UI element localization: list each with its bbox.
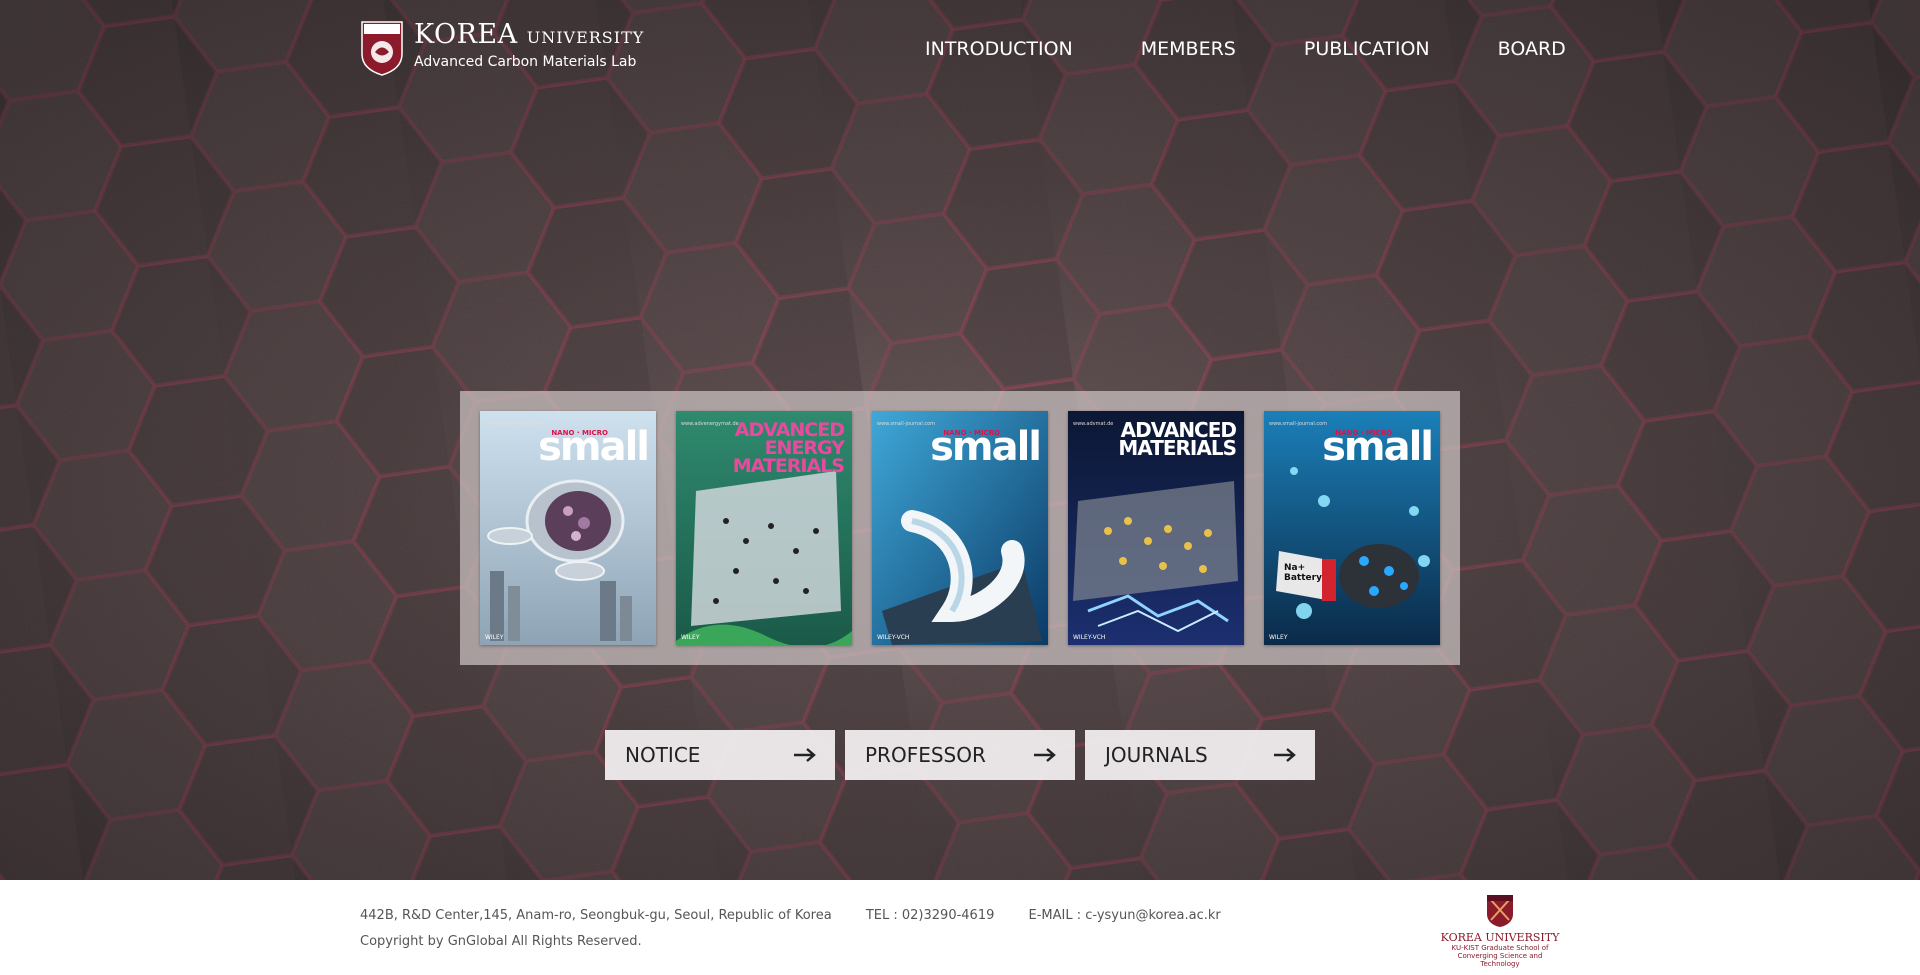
logo-university-main: KOREA	[414, 19, 518, 50]
professor-button[interactable]: PROFESSOR	[845, 730, 1075, 780]
cover-5-badge: Na+ Battery	[1284, 563, 1322, 583]
journals-label: JOURNALS	[1105, 743, 1208, 767]
logo-university-sub: UNIVERSITY	[526, 28, 645, 47]
journals-button[interactable]: JOURNALS	[1085, 730, 1315, 780]
journal-cover-3[interactable]: www.small-journal.com NANO · MICRO small…	[872, 411, 1048, 645]
journal-covers-panel: www.small-journal.com NANO · MICRO small…	[460, 391, 1460, 665]
nav-introduction[interactable]: INTRODUCTION	[925, 38, 1073, 60]
korea-university-shield-icon	[361, 21, 403, 76]
footer-partner-logo[interactable]: KOREA UNIVERSITY KU-KIST Graduate School…	[1440, 894, 1560, 968]
cover-3-url: www.small-journal.com	[877, 421, 935, 427]
nav-board[interactable]: BOARD	[1498, 38, 1566, 60]
nav-publication[interactable]: PUBLICATION	[1304, 38, 1430, 60]
site-footer: 442B, R&D Center,145, Anam-ro, Seongbuk-…	[0, 880, 1920, 975]
cover-1-title: small	[538, 424, 650, 470]
journal-cover-1[interactable]: www.small-journal.com NANO · MICRO small…	[480, 411, 656, 645]
main-nav: INTRODUCTION MEMBERS PUBLICATION BOARD	[925, 38, 1566, 60]
journal-cover-2[interactable]: www.advenergymat.de ADVANCED ENERGY MATE…	[676, 411, 852, 645]
journal-cover-5[interactable]: www.small-journal.com NANO · MICRO small…	[1264, 411, 1440, 645]
footer-logo-line3: Converging Science and Technology	[1457, 952, 1543, 968]
journal-cover-4[interactable]: www.advmat.de ADVANCED MATERIALS WILEY-V…	[1068, 411, 1244, 645]
cover-5-title: small	[1322, 424, 1434, 470]
cover-2-publisher: WILEY	[681, 634, 700, 641]
footer-contact: 442B, R&D Center,145, Anam-ro, Seongbuk-…	[360, 908, 1251, 923]
footer-logo-line1: KOREA UNIVERSITY	[1440, 931, 1560, 944]
ku-kist-shield-icon	[1487, 895, 1513, 927]
cover-3-publisher: WILEY-VCH	[877, 634, 910, 641]
logo-lab-name: Advanced Carbon Materials Lab	[414, 54, 637, 70]
footer-email: E-MAIL : c-ysyun@korea.ac.kr	[1028, 908, 1221, 923]
cover-1-url: www.small-journal.com	[485, 421, 543, 427]
professor-label: PROFESSOR	[865, 743, 986, 767]
arrow-right-icon	[1274, 748, 1296, 762]
site-logo[interactable]: KOREA UNIVERSITY Advanced Carbon Materia…	[360, 20, 644, 76]
cover-4-title: ADVANCED MATERIALS	[1118, 418, 1237, 460]
arrow-right-icon	[1034, 748, 1056, 762]
cover-1-publisher: WILEY	[485, 634, 504, 641]
site-header: KOREA UNIVERSITY Advanced Carbon Materia…	[0, 0, 1920, 100]
cover-5-url: www.small-journal.com	[1269, 421, 1327, 427]
footer-tel: TEL : 02)3290-4619	[865, 908, 995, 923]
cover-3-title: small	[930, 424, 1042, 470]
notice-label: NOTICE	[625, 743, 701, 767]
footer-copyright: Copyright by GnGlobal All Rights Reserve…	[360, 934, 642, 949]
cover-2-title: ADVANCED ENERGY MATERIALS	[732, 419, 845, 477]
cover-5-publisher: WILEY	[1269, 634, 1288, 641]
nav-members[interactable]: MEMBERS	[1141, 38, 1236, 60]
footer-address: 442B, R&D Center,145, Anam-ro, Seongbuk-…	[360, 908, 832, 923]
notice-button[interactable]: NOTICE	[605, 730, 835, 780]
cover-4-publisher: WILEY-VCH	[1073, 634, 1106, 641]
arrow-right-icon	[794, 748, 816, 762]
footer-logo-line2: KU-KIST Graduate School of	[1451, 944, 1549, 952]
